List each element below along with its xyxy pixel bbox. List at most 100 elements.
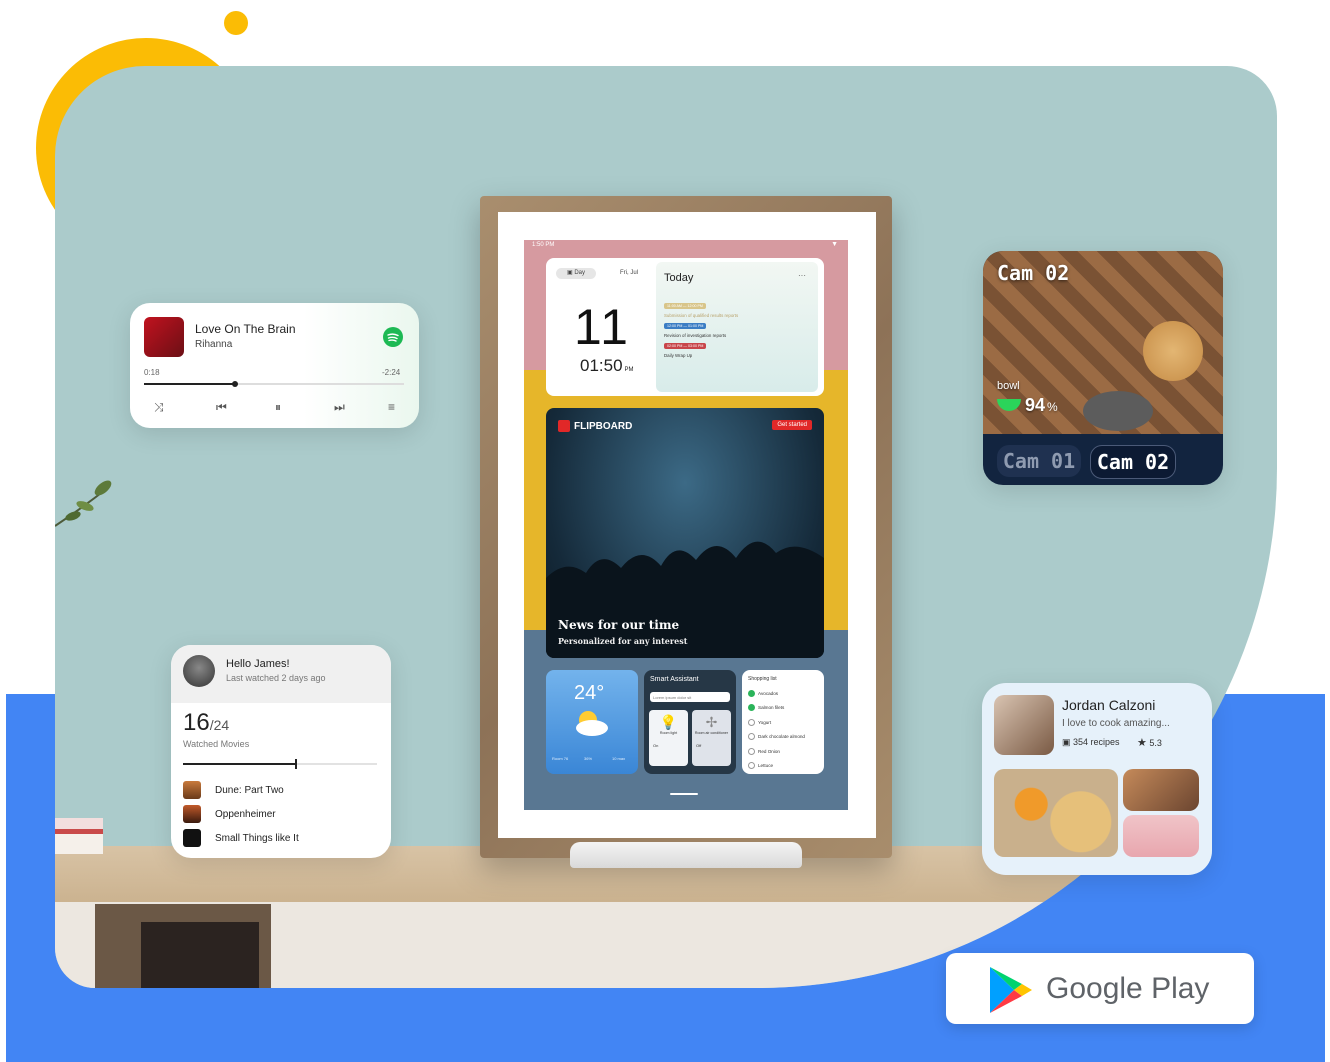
cam-01-tab[interactable]: Cam 01 bbox=[997, 445, 1081, 477]
progress-track[interactable] bbox=[144, 381, 404, 387]
event-2-time: 12:00 PM — 01:00 PM bbox=[664, 323, 707, 329]
more-icon[interactable]: ··· bbox=[798, 271, 806, 280]
shopping-item-label: Salmon filets bbox=[758, 705, 785, 711]
shopping-item[interactable]: Yogurt bbox=[748, 715, 818, 730]
clock-ampm: PM bbox=[624, 367, 634, 373]
watched-label: Watched Movies bbox=[183, 739, 250, 749]
avatar bbox=[183, 655, 215, 687]
next-icon[interactable]: ⏭ bbox=[334, 400, 345, 415]
count-total: /24 bbox=[209, 717, 230, 733]
shopping-list: Avocados Salmon filets Yogurt Dark chocolat… bbox=[748, 686, 818, 773]
google-play-icon bbox=[990, 967, 1032, 1013]
movie-title: Small Things like It bbox=[215, 832, 299, 844]
recipe-photo-bottom[interactable] bbox=[1123, 815, 1199, 857]
day-chip[interactable]: ▣ Day bbox=[556, 268, 596, 279]
weather-stat-2: 36% bbox=[584, 756, 593, 761]
previous-icon[interactable]: ⏮ bbox=[216, 400, 227, 415]
recipe-count-text: 354 recipes bbox=[1073, 737, 1120, 747]
shopping-item[interactable]: Red Onion bbox=[748, 744, 818, 759]
clock-time: 01:50 bbox=[580, 356, 623, 375]
food-bowl bbox=[1083, 391, 1153, 431]
checkbox[interactable] bbox=[748, 704, 755, 712]
event-3-time: 02:00 PM — 03:00 PM bbox=[664, 343, 707, 349]
news-card[interactable]: FLIPBOARD Get started News for our time … bbox=[546, 408, 824, 658]
checkbox[interactable] bbox=[748, 733, 755, 741]
books bbox=[55, 818, 103, 854]
shopping-item-label: Avocados bbox=[758, 690, 779, 696]
event-3[interactable]: 02:00 PM — 03:00 PM Daily Wrap Up bbox=[664, 334, 814, 358]
watch-progress-fill bbox=[183, 759, 297, 769]
star-icon: ★ bbox=[1137, 737, 1147, 749]
checkbox[interactable] bbox=[748, 718, 755, 726]
cam-02-tab[interactable]: Cam 02 bbox=[1090, 445, 1176, 479]
room-light-tile[interactable]: 💡 Room light On bbox=[649, 710, 688, 766]
yellow-dot bbox=[224, 11, 248, 35]
news-headline: News for our time bbox=[558, 618, 680, 632]
chef-bio: I love to cook amazing... bbox=[1062, 718, 1170, 729]
shopping-item[interactable]: Salmon filets bbox=[748, 701, 818, 716]
frame-mat: 1:50 PM ▼ ▣ Day Fri, Jul 11 01:50 PM Toda… bbox=[498, 212, 876, 838]
get-started-button[interactable]: Get started bbox=[772, 420, 812, 430]
last-watched: Last watched 2 days ago bbox=[226, 673, 326, 683]
shopping-item[interactable]: Dark chocolate almond bbox=[748, 730, 818, 745]
page-indicator bbox=[670, 793, 698, 795]
bowl-level: 94% bbox=[1025, 395, 1058, 416]
pause-icon[interactable]: ⏸ bbox=[275, 400, 281, 415]
device1-name: Room light bbox=[659, 731, 678, 735]
promo-stage: Love On The Brain Rihanna 0:18 -2:24 ⤨ ⏮… bbox=[0, 0, 1330, 1062]
calendar-time: 01:50 PM bbox=[580, 356, 634, 376]
device2-state: Off bbox=[696, 743, 702, 748]
movie-title: Oppenheimer bbox=[215, 808, 276, 820]
google-play-badge[interactable]: Google Play bbox=[946, 953, 1254, 1024]
watch-progress-track bbox=[183, 759, 377, 769]
shopping-card[interactable]: Shopping list Avocados Salmon filets Yogur… bbox=[742, 670, 824, 774]
shopping-item[interactable]: Avocados bbox=[748, 686, 818, 701]
checkbox[interactable] bbox=[748, 762, 755, 770]
shopping-title: Shopping list bbox=[748, 676, 777, 682]
movie-item[interactable]: Small Things like It bbox=[183, 829, 299, 847]
bowl-value: 94 bbox=[1025, 395, 1046, 415]
movie-item[interactable]: Oppenheimer bbox=[183, 805, 276, 823]
shopping-item[interactable]: Lettuce bbox=[748, 759, 818, 774]
calendar-card[interactable]: ▣ Day Fri, Jul 11 01:50 PM Today ··· 11:0… bbox=[546, 258, 824, 396]
recipes-widget[interactable]: Jordan Calzoni I love to cook amazing...… bbox=[982, 683, 1212, 875]
movie-item[interactable]: Dune: Part Two bbox=[183, 781, 284, 799]
weather-stat-1: Room 76 bbox=[552, 756, 569, 761]
watched-count: 16/24 bbox=[183, 709, 229, 737]
chef-name: Jordan Calzoni bbox=[1062, 697, 1156, 713]
shelf-cubby-inner bbox=[141, 922, 259, 988]
shopping-item-label: Lettuce bbox=[758, 763, 774, 769]
shuffle-icon[interactable]: ⤨ bbox=[154, 400, 164, 415]
remaining-time: -2:24 bbox=[382, 368, 401, 377]
assistant-input[interactable]: Lorem ipsum dolor sit bbox=[650, 692, 730, 702]
elapsed-time: 0:18 bbox=[144, 368, 160, 377]
recipe-photo-main[interactable] bbox=[994, 769, 1118, 857]
tablet-screen: 1:50 PM ▼ ▣ Day Fri, Jul 11 01:50 PM Toda… bbox=[524, 240, 848, 810]
progress-fill bbox=[144, 383, 235, 385]
progress-knob[interactable] bbox=[232, 381, 238, 387]
bowl-unit: % bbox=[1047, 400, 1058, 414]
ac-tile[interactable]: ✢ Room air conditioner Off bbox=[692, 710, 731, 766]
music-widget: Love On The Brain Rihanna 0:18 -2:24 ⤨ ⏮… bbox=[130, 303, 419, 428]
recipe-photo-top[interactable] bbox=[1123, 769, 1199, 811]
checkbox[interactable] bbox=[748, 747, 755, 755]
movie-poster bbox=[183, 805, 201, 823]
rating: ★ 5.3 bbox=[1137, 736, 1162, 749]
assistant-card[interactable]: Smart Assistant Lorem ipsum dolor sit 💡 … bbox=[644, 670, 736, 774]
device1-state: On bbox=[653, 743, 659, 748]
today-panel: Today ··· 11:00 AM — 12:00 PM Submission… bbox=[656, 262, 818, 392]
flipboard-logo bbox=[558, 420, 570, 432]
rating-value: 5.3 bbox=[1149, 738, 1162, 748]
spotify-icon[interactable] bbox=[383, 327, 403, 347]
checkbox[interactable] bbox=[748, 689, 755, 697]
news-subhead: Personalized for any interest bbox=[558, 636, 688, 646]
calendar-date: Fri, Jul bbox=[620, 270, 638, 276]
calendar-day: 11 bbox=[574, 299, 630, 355]
shopping-item-label: Red Onion bbox=[758, 748, 780, 754]
queue-icon[interactable]: ≡ bbox=[388, 400, 395, 414]
flipboard-brand: FLIPBOARD bbox=[574, 421, 633, 432]
weather-card[interactable]: 24° Room 76 36% 10 max bbox=[546, 670, 638, 774]
camera-widget[interactable]: Cam 02 bowl 94% Cam 01 Cam 02 bbox=[983, 251, 1223, 485]
event-1-time: 11:00 AM — 12:00 PM bbox=[664, 303, 706, 309]
digital-frame: 1:50 PM ▼ ▣ Day Fri, Jul 11 01:50 PM Toda… bbox=[480, 196, 892, 858]
